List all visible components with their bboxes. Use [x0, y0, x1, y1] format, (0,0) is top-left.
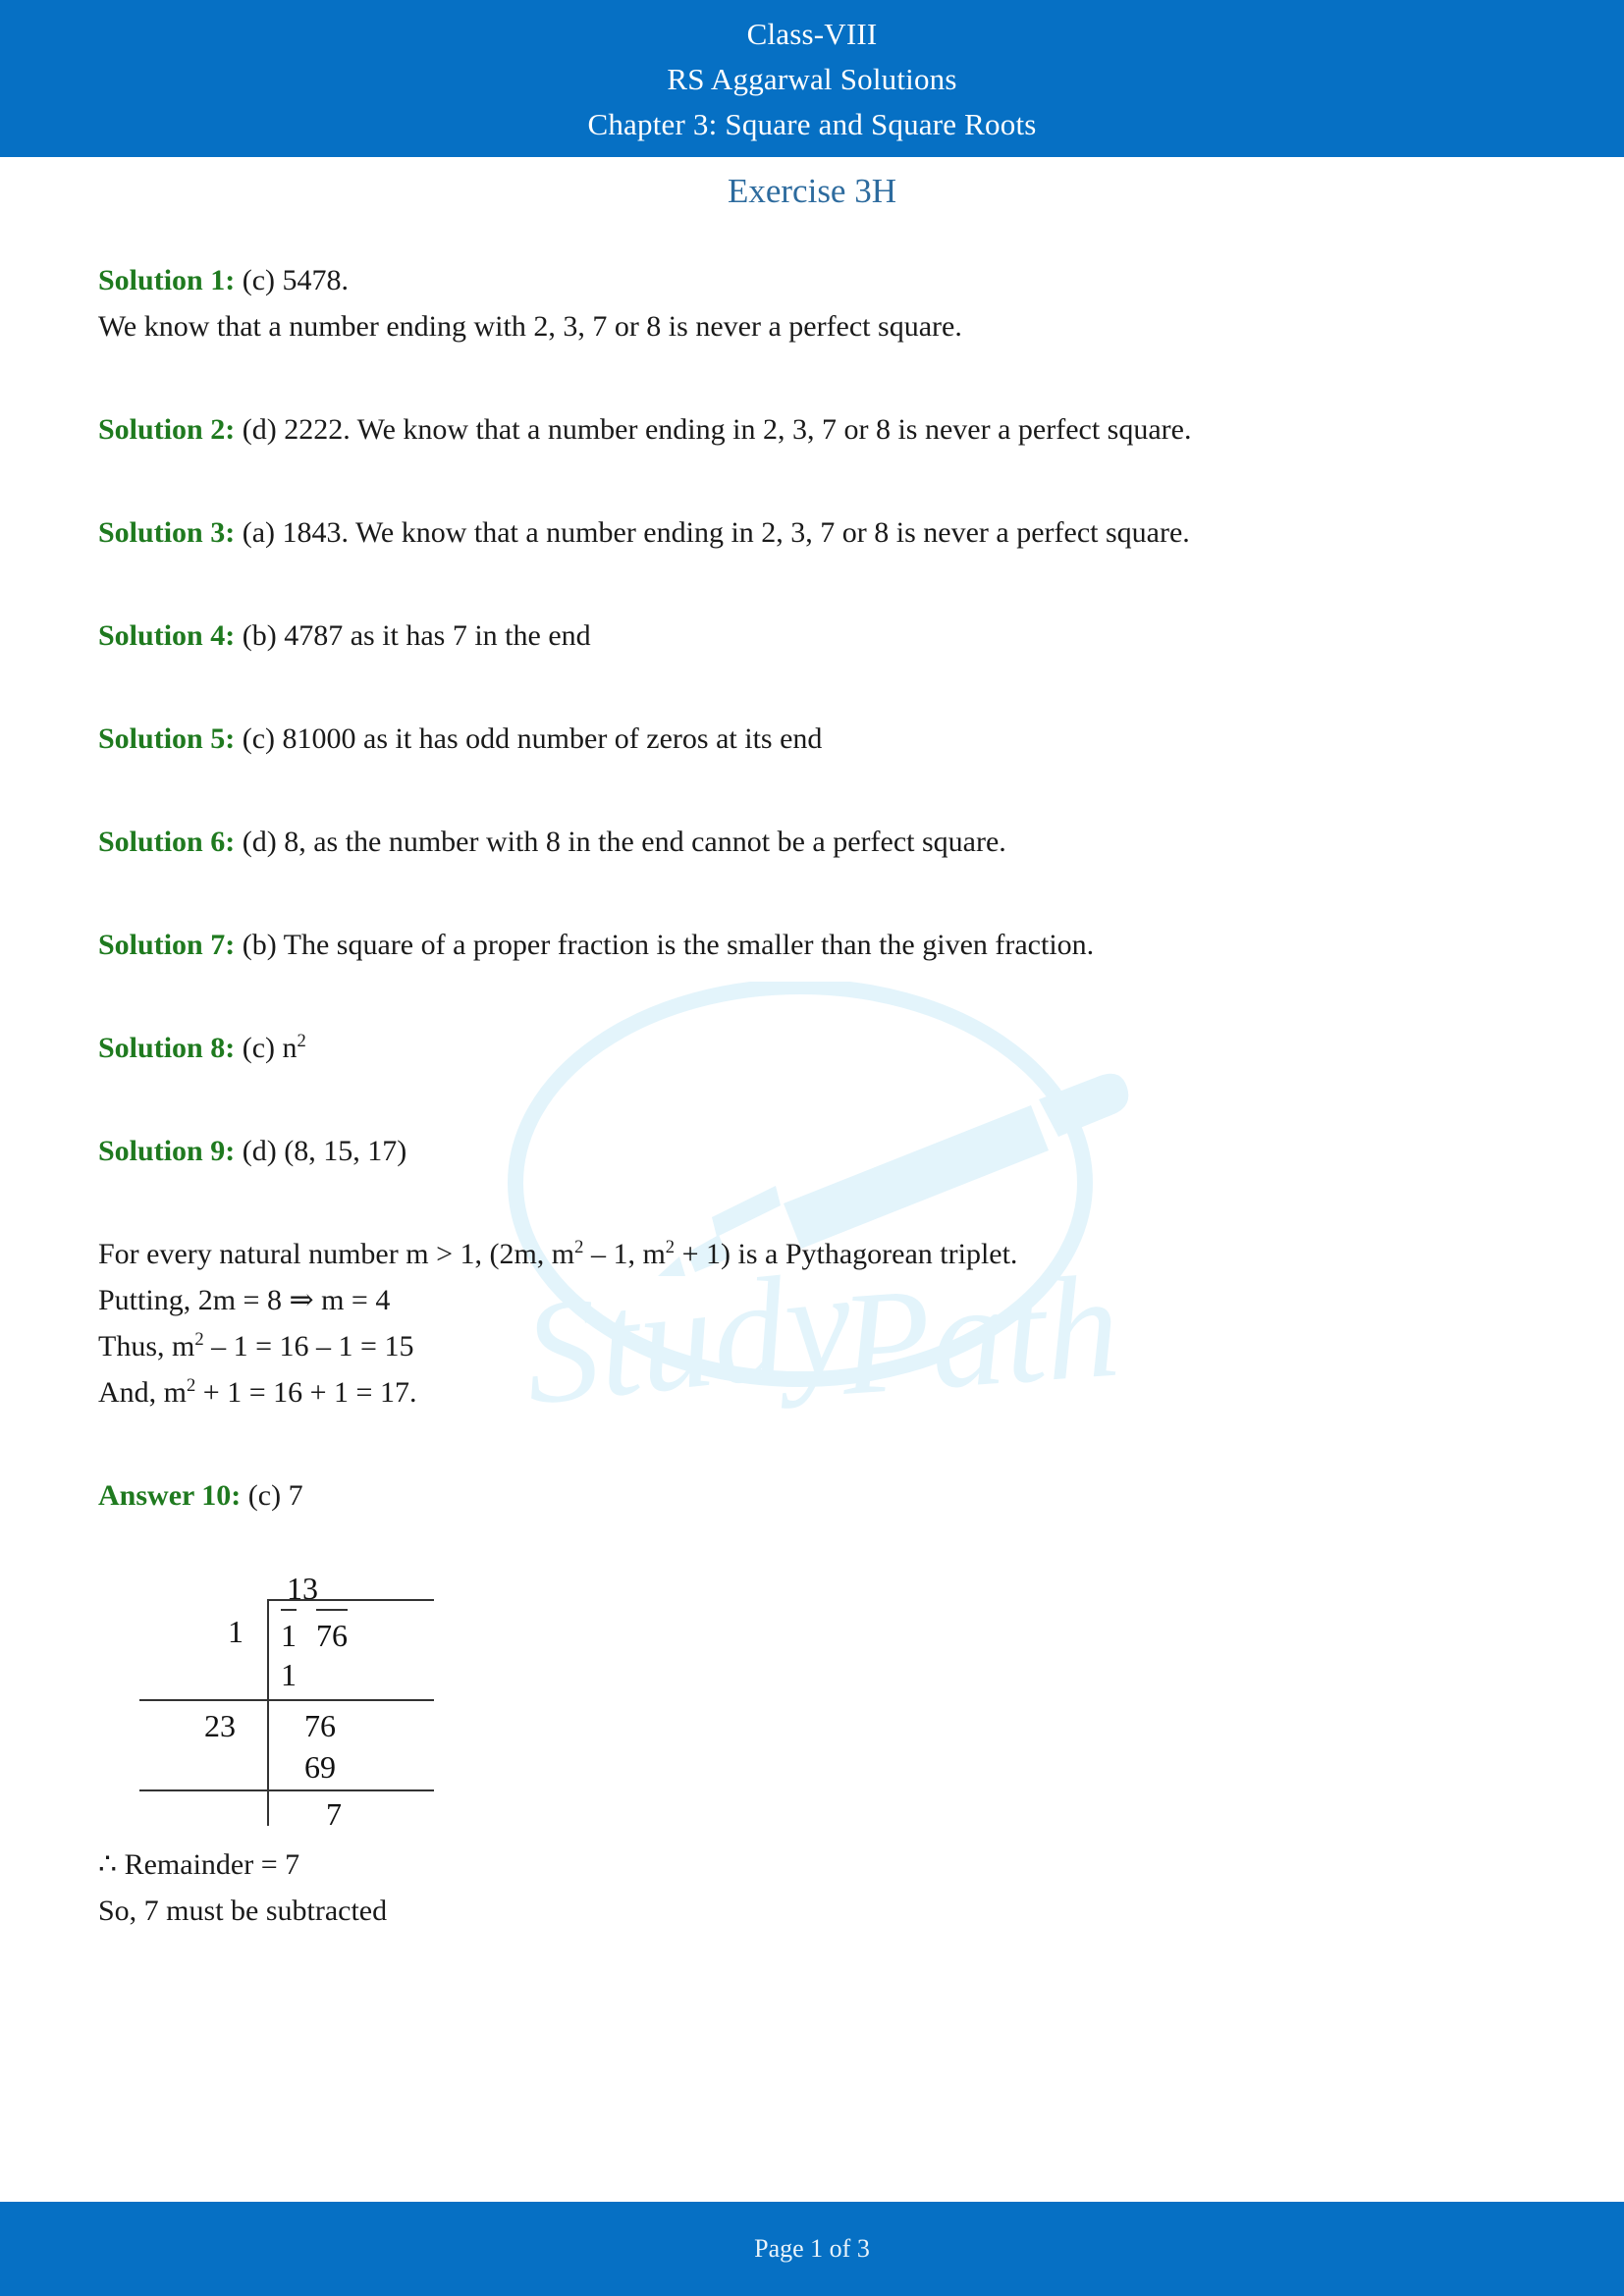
division-quotient: 13 [287, 1571, 318, 1606]
solution-7-label: Solution 7: [98, 929, 236, 961]
pythagorean-line-1-part-a: For every natural number m > 1, (2m, m [98, 1238, 575, 1270]
solution-block-1: Solution 1: (c) 5478. We know that a num… [98, 257, 1492, 349]
conclusion-subtract-line: So, 7 must be subtracted [98, 1895, 388, 1927]
solution-2-answer: (d) 2222. We know that a number ending i… [235, 413, 1192, 446]
pythagorean-line-3-part-b: – 1 = 16 – 1 = 15 [203, 1330, 414, 1362]
solution-block-4: Solution 4: (b) 4787 as it has 7 in the … [98, 613, 1492, 659]
pythagorean-line-3-sup: 2 [194, 1329, 204, 1350]
solution-4-answer-line: Solution 4: (b) 4787 as it has 7 in the … [98, 613, 1492, 659]
solution-7-answer-line: Solution 7: (b) The square of a proper f… [98, 922, 1492, 968]
page-header: Class-VIII RS Aggarwal Solutions Chapter… [0, 0, 1624, 157]
document-page: Class-VIII RS Aggarwal Solutions Chapter… [0, 0, 1624, 2296]
solution-3-label: Solution 3: [98, 516, 236, 549]
pythagorean-line-3-part-a: Thus, m [98, 1330, 195, 1362]
division-dividend-pair-2: 76 [316, 1609, 348, 1659]
solution-2-answer-line: Solution 2: (d) 2222. We know that a num… [98, 406, 1492, 453]
solution-4-answer: (b) 4787 as it has 7 in the end [235, 619, 591, 652]
pythagorean-explanation: For every natural number m > 1, (2m, m2 … [98, 1231, 1492, 1415]
solution-9-label: Solution 9: [98, 1135, 236, 1167]
solution-7-answer: (b) The square of a proper fraction is t… [235, 929, 1095, 961]
pythagorean-line-4-part-a: And, m [98, 1376, 187, 1409]
solution-6-label: Solution 6: [98, 826, 236, 858]
division-rule-1 [139, 1699, 434, 1701]
pythagorean-line-1: For every natural number m > 1, (2m, m2 … [98, 1231, 1492, 1277]
solution-6-answer-line: Solution 6: (d) 8, as the number with 8 … [98, 819, 1492, 865]
pythagorean-line-1-sup-2: 2 [665, 1237, 676, 1257]
solution-8-answer: (c) n [235, 1032, 298, 1064]
solutions-content: Solution 1: (c) 5478. We know that a num… [98, 257, 1492, 1934]
solution-9-answer: (d) (8, 15, 17) [235, 1135, 407, 1167]
solution-5-answer: (c) 81000 as it has odd number of zeros … [235, 722, 823, 755]
division-bring-down: 76 [304, 1708, 336, 1743]
pythagorean-line-1-part-b: – 1, m [583, 1238, 666, 1270]
solution-8-label: Solution 8: [98, 1032, 236, 1064]
division-divisor-step-1: 1 [228, 1614, 244, 1649]
solution-4-label: Solution 4: [98, 619, 236, 652]
pythagorean-line-2: Putting, 2m = 8 ⇒ m = 4 [98, 1284, 391, 1316]
division-subtract-2: 69 [304, 1749, 336, 1785]
solution-block-8: Solution 8: (c) n2 [98, 1025, 1492, 1071]
pythagorean-line-4-part-b: + 1 = 16 + 1 = 17. [195, 1376, 417, 1409]
solution-block-6: Solution 6: (d) 8, as the number with 8 … [98, 819, 1492, 865]
pythagorean-line-4: And, m2 + 1 = 16 + 1 = 17. [98, 1369, 1492, 1415]
division-vertical-bar [267, 1599, 269, 1826]
answer-10-label: Answer 10: [98, 1479, 242, 1512]
answer-block-10: Answer 10: (c) 7 [98, 1472, 1492, 1519]
solution-2-label: Solution 2: [98, 413, 236, 446]
solution-6-answer: (d) 8, as the number with 8 in the end c… [235, 826, 1006, 858]
division-rule-2 [139, 1789, 434, 1791]
long-division-diagram: 13 1 1 76 1 23 76 69 7 [108, 1566, 520, 1832]
solution-block-3: Solution 3: (a) 1843. We know that a num… [98, 509, 1492, 556]
page-number-text: Page 1 of 3 [754, 2234, 870, 2263]
solution-8-answer-line: Solution 8: (c) n2 [98, 1025, 1492, 1071]
solution-3-answer: (a) 1843. We know that a number ending i… [235, 516, 1190, 549]
page-footer: Page 1 of 3 [0, 2202, 1624, 2296]
pythagorean-line-1-part-c: + 1) is a Pythagorean triplet. [675, 1238, 1018, 1270]
solution-9-answer-line: Solution 9: (d) (8, 15, 17) [98, 1128, 1492, 1174]
exercise-title: Exercise 3H [727, 172, 896, 210]
solution-1-explanation: We know that a number ending with 2, 3, … [98, 310, 962, 343]
solution-1-label: Solution 1: [98, 264, 236, 296]
conclusion-block: ∴ Remainder = 7 So, 7 must be subtracted [98, 1842, 1492, 1934]
header-class-line: Class-VIII [746, 17, 878, 51]
division-divisor-step-2: 23 [204, 1708, 236, 1743]
answer-10-answer: (c) 7 [241, 1479, 303, 1512]
solution-block-2: Solution 2: (d) 2222. We know that a num… [98, 406, 1492, 453]
solution-3-answer-line: Solution 3: (a) 1843. We know that a num… [98, 509, 1492, 556]
header-book-line: RS Aggarwal Solutions [667, 62, 957, 96]
solution-block-9: Solution 9: (d) (8, 15, 17) [98, 1128, 1492, 1174]
header-chapter-line: Chapter 3: Square and Square Roots [587, 107, 1037, 141]
solution-block-7: Solution 7: (b) The square of a proper f… [98, 922, 1492, 968]
division-remainder: 7 [326, 1796, 342, 1832]
solution-1-answer-line: Solution 1: (c) 5478. [98, 257, 1492, 303]
solution-1-answer: (c) 5478. [235, 264, 350, 296]
solution-5-label: Solution 5: [98, 722, 236, 755]
solution-8-exponent: 2 [297, 1031, 306, 1051]
answer-10-line: Answer 10: (c) 7 [98, 1472, 1492, 1519]
solution-block-5: Solution 5: (c) 81000 as it has odd numb… [98, 716, 1492, 762]
conclusion-remainder-line: ∴ Remainder = 7 [98, 1848, 300, 1881]
solution-5-answer-line: Solution 5: (c) 81000 as it has odd numb… [98, 716, 1492, 762]
division-subtract-1: 1 [281, 1657, 297, 1692]
division-top-bar [267, 1599, 434, 1601]
pythagorean-line-4-sup: 2 [187, 1375, 196, 1396]
pythagorean-line-3: Thus, m2 – 1 = 16 – 1 = 15 [98, 1323, 1492, 1369]
